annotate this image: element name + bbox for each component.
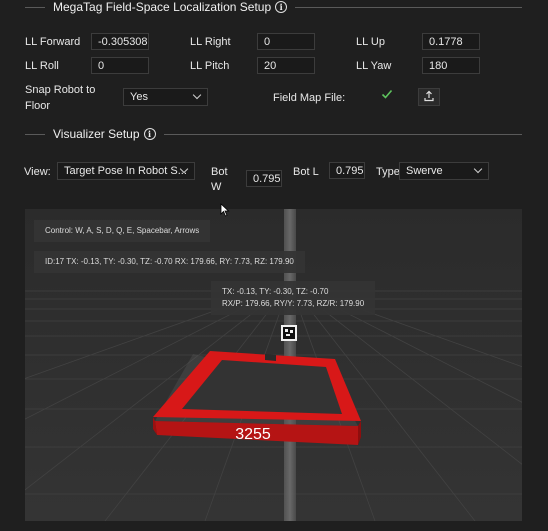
type-value: Swerve xyxy=(406,165,443,177)
ll-forward-label: LL Forward xyxy=(25,36,81,48)
info-icon[interactable]: i xyxy=(143,128,156,140)
divider xyxy=(295,6,522,8)
ll-pitch-label: LL Pitch xyxy=(190,60,230,72)
field-map-label: Field Map File: xyxy=(273,92,346,104)
visualizer-section-header: Visualizer Setup i xyxy=(25,127,522,141)
mouse-cursor-icon xyxy=(220,203,230,217)
ll-up-input[interactable]: 0.1778 xyxy=(422,33,480,50)
visualizer-title-text: Visualizer Setup xyxy=(53,127,140,141)
divider xyxy=(163,133,522,135)
ll-roll-input[interactable]: 0 xyxy=(91,57,149,74)
type-label: Type xyxy=(376,166,400,178)
type-select[interactable]: Swerve xyxy=(399,162,489,180)
ll-pitch-input[interactable]: 20 xyxy=(257,57,315,74)
snap-robot-value: Yes xyxy=(130,91,148,103)
ll-right-input[interactable]: 0 xyxy=(257,33,315,50)
ll-right-label: LL Right xyxy=(190,36,231,48)
pose-tooltip: TX: -0.13, TY: -0.30, TZ: -0.70 RX/P: 17… xyxy=(211,281,376,315)
ll-yaw-label: LL Yaw xyxy=(356,60,392,72)
chevron-down-icon xyxy=(473,164,483,174)
localization-title: MegaTag Field-Space Localization Setup i xyxy=(45,0,295,14)
3d-viewport[interactable]: 3255 Control: W, A, S, D, Q, E, Spacebar… xyxy=(25,209,522,521)
localization-title-text: MegaTag Field-Space Localization Setup xyxy=(53,0,272,14)
snap-robot-label-line1: Snap Robot to xyxy=(25,84,96,96)
info-icon[interactable]: i xyxy=(275,1,288,13)
apriltag-icon xyxy=(281,325,297,341)
snap-robot-select[interactable]: Yes xyxy=(123,88,208,106)
view-select[interactable]: Target Pose In Robot S... xyxy=(57,162,195,180)
bot-w-input[interactable]: 0.795 xyxy=(246,170,282,187)
view-label: View: xyxy=(24,166,51,178)
visualizer-title: Visualizer Setup i xyxy=(45,127,164,141)
bot-w-label-line2: W xyxy=(211,181,222,193)
ll-up-label: LL Up xyxy=(356,36,385,48)
ll-forward-input[interactable]: -0.305308 xyxy=(91,33,149,50)
divider xyxy=(25,133,45,135)
snap-robot-label-line2: Floor xyxy=(25,100,51,112)
bot-l-label: Bot L xyxy=(293,166,319,178)
check-icon xyxy=(381,88,393,103)
tag-id-tooltip: ID:17 TX: -0.13, TY: -0.30, TZ: -0.70 RX… xyxy=(34,251,305,273)
ll-yaw-input[interactable]: 180 xyxy=(422,57,480,74)
pose-tooltip-line1: TX: -0.13, TY: -0.30, TZ: -0.70 xyxy=(222,287,329,296)
localization-section-header: MegaTag Field-Space Localization Setup i xyxy=(25,0,522,14)
ll-roll-label: LL Roll xyxy=(25,60,59,72)
chevron-down-icon xyxy=(192,90,202,100)
view-value: Target Pose In Robot S... xyxy=(64,165,187,177)
divider xyxy=(25,6,45,8)
pose-tooltip-line2: RX/P: 179.66, RY/Y: 7.73, RZ/R: 179.90 xyxy=(222,299,365,308)
bot-l-input[interactable]: 0.795 xyxy=(329,162,365,179)
controls-tooltip: Control: W, A, S, D, Q, E, Spacebar, Arr… xyxy=(34,220,211,242)
upload-icon xyxy=(423,90,435,105)
bumper-number: 3255 xyxy=(235,426,271,443)
upload-field-map-button[interactable] xyxy=(418,88,440,106)
bot-w-label-line1: Bot xyxy=(211,166,228,178)
